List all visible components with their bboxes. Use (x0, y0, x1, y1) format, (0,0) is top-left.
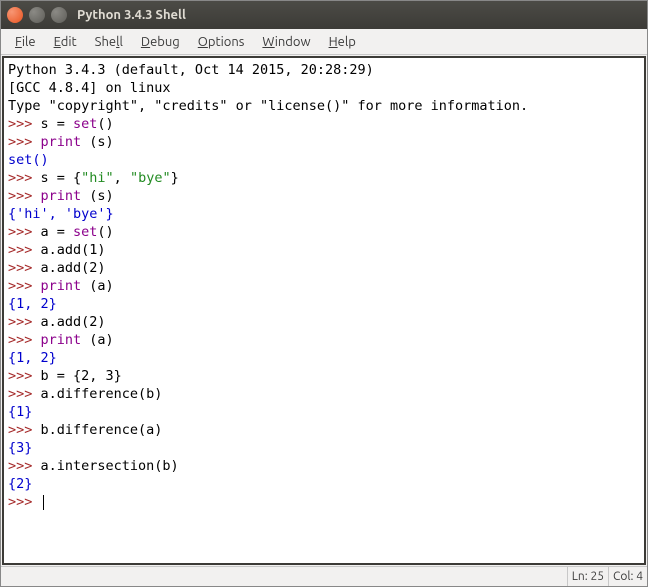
output-line: {3} (8, 440, 32, 456)
prompt: >>> (8, 458, 41, 474)
menu-options[interactable]: Options (190, 33, 253, 51)
prompt: >>> (8, 332, 41, 348)
output-line: {1, 2} (8, 296, 57, 312)
prompt: >>> (8, 386, 41, 402)
prompt: >>> (8, 188, 41, 204)
prompt: >>> (8, 116, 41, 132)
output-line: {1} (8, 404, 32, 420)
prompt: >>> (8, 422, 41, 438)
text-cursor-icon (43, 495, 44, 510)
output-line: {2} (8, 476, 32, 492)
banner-line: Python 3.4.3 (default, Oct 14 2015, 20:2… (8, 62, 382, 78)
prompt: >>> (8, 134, 41, 150)
menu-help[interactable]: Help (321, 33, 364, 51)
banner-line: Type "copyright", "credits" or "license(… (8, 98, 528, 114)
minimize-icon[interactable] (29, 7, 45, 23)
titlebar[interactable]: Python 3.4.3 Shell (1, 1, 647, 29)
output-line: {1, 2} (8, 350, 57, 366)
console-output[interactable]: Python 3.4.3 (default, Oct 14 2015, 20:2… (2, 56, 646, 565)
prompt: >>> (8, 260, 41, 276)
prompt: >>> (8, 494, 41, 510)
prompt: >>> (8, 170, 41, 186)
menu-edit[interactable]: Edit (46, 33, 85, 51)
statusbar: Ln: 25 Col: 4 (1, 566, 647, 586)
menubar: File Edit Shell Debug Options Window Hel… (1, 29, 647, 55)
menu-window[interactable]: Window (254, 33, 318, 51)
maximize-icon[interactable] (51, 7, 67, 23)
status-line: Ln: 25 (567, 567, 608, 586)
menu-debug[interactable]: Debug (133, 33, 188, 51)
output-line: {'hi', 'bye'} (8, 206, 114, 222)
menu-shell[interactable]: Shell (87, 33, 131, 51)
close-icon[interactable] (7, 7, 23, 23)
menu-file[interactable]: File (7, 33, 44, 51)
prompt: >>> (8, 368, 41, 384)
window-title: Python 3.4.3 Shell (77, 8, 186, 22)
prompt: >>> (8, 314, 41, 330)
prompt: >>> (8, 224, 41, 240)
banner-line: [GCC 4.8.4] on linux (8, 80, 171, 96)
prompt: >>> (8, 278, 41, 294)
status-col: Col: 4 (608, 567, 647, 586)
prompt: >>> (8, 242, 41, 258)
output-line: set() (8, 152, 49, 168)
idle-window: Python 3.4.3 Shell File Edit Shell Debug… (0, 0, 648, 587)
